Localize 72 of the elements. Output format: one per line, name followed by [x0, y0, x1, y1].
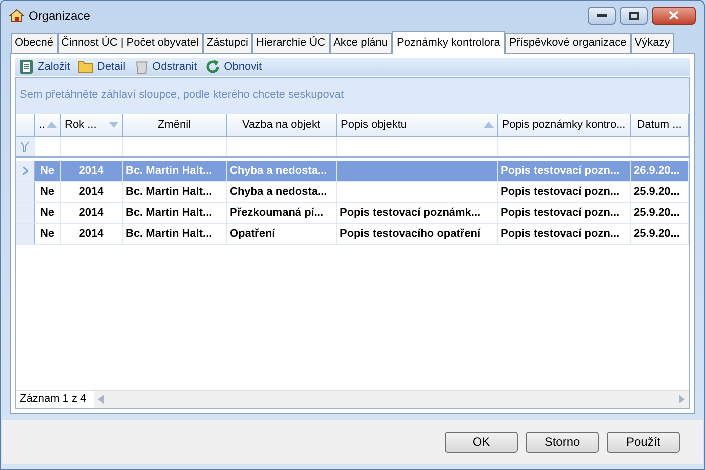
table-cell-text: Chyba a nedosta... [230, 164, 328, 179]
current-row-icon [22, 167, 28, 175]
toolbar-button[interactable]: Detail [78, 58, 126, 76]
dialog-button[interactable]: Storno [526, 432, 599, 452]
tab[interactable]: Příspěvkové organizace [505, 33, 631, 53]
table-cell-text: Ne [40, 226, 55, 242]
tab[interactable]: Poznámky kontrolora [392, 31, 506, 54]
table-cell-text: Ne [40, 164, 55, 179]
table-cell-text: Popis testovací poznámk... [340, 206, 481, 221]
table-cell-text: 25.9.20... [634, 206, 680, 221]
table-cell-text: Bc. Martin Halt... [126, 184, 212, 200]
close-icon [669, 11, 679, 20]
close-button[interactable] [652, 6, 696, 24]
tab[interactable]: Výkazy [630, 33, 674, 53]
table-row[interactable]: Ne 2014 Bc. Martin Halt... Chyba a nedosta... Popis testovací pozn... 25.9.20... [16, 182, 689, 203]
sort-down-icon [109, 122, 119, 128]
maximize-icon [629, 12, 639, 20]
document-icon [19, 59, 35, 75]
table-cell-text: Popis testovací pozn... [501, 184, 620, 200]
sort-up-icon [47, 122, 57, 128]
table-cell-text: Opatření [230, 226, 276, 242]
tab[interactable]: Zástupci [202, 33, 252, 53]
column-header[interactable]: Vazba na objekt [227, 114, 337, 136]
filter-icon[interactable] [21, 142, 29, 152]
table-cell-text: Popis testovací pozn... [501, 206, 620, 221]
sort-up-icon [484, 122, 494, 128]
tab[interactable]: Činnost ÚC | Počet obyvatel [58, 33, 203, 53]
table-row[interactable]: Ne 2014 Bc. Martin Halt... Opatření Popis testovacího opatření Popis testovací pozn... 25.9.20... [16, 224, 689, 245]
toolbar-button[interactable]: Založit [19, 58, 70, 76]
scroll-right-icon[interactable] [679, 395, 685, 404]
column-header[interactable]: .. [35, 114, 61, 136]
table-cell-text: Ne [40, 206, 55, 221]
toolbar-button[interactable]: Obnovit [205, 58, 262, 76]
table-row[interactable]: Ne 2014 Bc. Martin Halt... Přezkoumaná pí... Popis testovací poznámk... Popis testovací pozn... 25.9.20... [16, 203, 689, 224]
dialog-button[interactable]: OK [445, 432, 518, 452]
table-cell-text: 26.9.20... [634, 164, 680, 179]
table-cell-text: 2014 [79, 164, 104, 179]
house-icon [9, 8, 25, 24]
tab[interactable]: Akce plánu [330, 33, 392, 53]
record-counter: Záznam 1 z 4 [16, 391, 94, 408]
maximize-button[interactable] [620, 6, 648, 24]
table-cell-text: 2014 [79, 206, 104, 221]
minimize-button[interactable] [588, 6, 616, 24]
minimize-icon [597, 14, 607, 17]
trash-icon [134, 59, 150, 75]
dialog-button[interactable]: Použít [607, 432, 680, 452]
toolbar-button[interactable]: Odstranit [134, 58, 198, 76]
table-cell-text: Popis testovací pozn... [501, 164, 620, 179]
group-hint: Sem přetáhněte záhlaví sloupce, podle kterého chcete seskupovat [20, 88, 344, 103]
column-header[interactable]: Popis poznámky kontro... [498, 114, 631, 136]
table-cell-text: 2014 [79, 184, 104, 200]
folder-icon [78, 59, 94, 75]
table-cell-text: Chyba a nedosta... [230, 184, 328, 200]
table-cell-text: 25.9.20... [634, 184, 680, 200]
table-cell-text: Bc. Martin Halt... [126, 206, 212, 221]
table-cell-text: Bc. Martin Halt... [126, 226, 212, 242]
table-cell-text: Popis testovacího opatření [340, 226, 481, 242]
tab[interactable]: Obecné [11, 33, 58, 53]
scroll-left-icon[interactable] [98, 395, 104, 404]
table-cell-text: 2014 [79, 226, 104, 242]
table-cell-text: 25.9.20... [634, 226, 680, 242]
refresh-icon [205, 59, 222, 75]
window-title: Organizace [29, 8, 90, 24]
table-cell-text: Bc. Martin Halt... [126, 164, 212, 179]
table-cell-text: Přezkoumaná pí... [230, 206, 324, 221]
column-header[interactable]: Změnil [123, 114, 227, 136]
table-cell-text: Popis testovací pozn... [501, 226, 620, 242]
column-header[interactable]: Rok ... [61, 114, 123, 136]
table-cell-text: Ne [40, 184, 55, 200]
column-header[interactable]: Popis objektu [337, 114, 498, 136]
tab[interactable]: Hierarchie ÚC [252, 33, 330, 53]
column-header[interactable]: Datum ... [631, 114, 689, 136]
